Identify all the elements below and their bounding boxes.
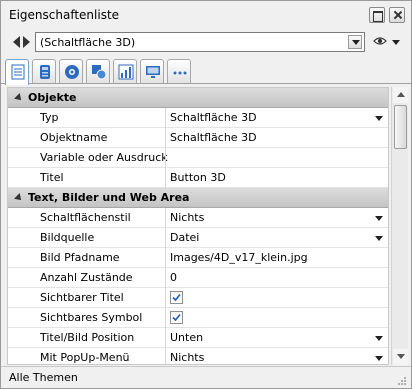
column-divider (165, 308, 166, 328)
column-divider (165, 328, 166, 348)
section-text-bilder-web-area[interactable]: Text, Bilder und Web Area (8, 188, 388, 208)
property-row-titel[interactable]: Titel Button 3D (8, 168, 388, 188)
property-value[interactable]: 0 (170, 271, 177, 284)
property-label: Titel/Bild Position (40, 331, 135, 344)
column-divider (165, 228, 166, 248)
maximize-button[interactable] (369, 7, 385, 23)
property-value[interactable]: Nichts (170, 351, 204, 364)
eye-icon[interactable] (373, 36, 387, 46)
column-divider (165, 168, 166, 188)
property-row-typ[interactable]: Typ Schaltfläche 3D (8, 108, 388, 128)
scroll-thumb[interactable] (394, 105, 407, 149)
property-value[interactable]: Nichts (170, 211, 204, 224)
property-label: Bild Pfadname (40, 251, 120, 264)
vertical-scrollbar[interactable] (391, 87, 408, 365)
checkmark-icon (172, 293, 181, 302)
object-selector-value: (Schaltfläche 3D) (40, 36, 136, 49)
scroll-down-button[interactable] (393, 349, 408, 365)
object-selector[interactable]: (Schaltfläche 3D) (35, 32, 365, 52)
section-objekte[interactable]: Objekte (8, 88, 388, 108)
property-row-titel-bild-position[interactable]: Titel/Bild Position Unten (8, 328, 388, 348)
property-label: Anzahl Zustände (40, 271, 133, 284)
property-label: Typ (40, 111, 59, 124)
section-label: Text, Bilder und Web Area (28, 191, 190, 204)
property-list-window: Eigenschaftenliste (Schaltfläche 3D) Obj… (0, 0, 412, 389)
property-value[interactable]: Schaltfläche 3D (170, 131, 257, 144)
collapse-triangle-icon[interactable] (14, 193, 24, 203)
property-row-schaltflaechenstil[interactable]: Schaltflächenstil Nichts (8, 208, 388, 228)
property-value[interactable]: Schaltfläche 3D (170, 111, 257, 124)
property-label: Schaltflächenstil (40, 211, 131, 224)
palette-icon (65, 65, 79, 79)
sichtbarer-titel-checkbox[interactable] (170, 291, 183, 304)
property-row-variable[interactable]: Variable oder Ausdruck (8, 148, 388, 168)
sichtbares-symbol-checkbox[interactable] (170, 311, 183, 324)
property-value[interactable]: Button 3D (170, 171, 226, 184)
window-title: Eigenschaftenliste (9, 8, 120, 22)
property-label: Sichtbares Symbol (40, 311, 143, 324)
property-label: Titel (40, 171, 64, 184)
property-label: Sichtbarer Titel (40, 291, 124, 304)
tab-appearance[interactable] (59, 59, 83, 83)
tab-data-source[interactable] (32, 59, 56, 83)
tab-list[interactable] (5, 59, 29, 85)
column-divider (165, 128, 166, 148)
chevron-down-icon[interactable] (375, 216, 383, 221)
close-button[interactable] (389, 7, 405, 23)
next-object-icon[interactable] (23, 36, 30, 48)
property-row-sichtbarer-titel[interactable]: Sichtbarer Titel (8, 288, 388, 308)
tab-display[interactable] (140, 59, 164, 83)
property-row-popup-menue[interactable]: Mit PopUp-Menü Nichts (8, 348, 388, 364)
previous-object-icon[interactable] (13, 36, 20, 48)
column-divider (165, 348, 166, 364)
more-icon (173, 71, 187, 75)
tab-chart[interactable] (113, 59, 137, 83)
view-menu-chevron-icon[interactable] (392, 40, 400, 45)
column-divider (165, 108, 166, 128)
tab-more[interactable] (167, 59, 191, 83)
property-row-sichtbares-symbol[interactable]: Sichtbares Symbol (8, 308, 388, 328)
shapes-icon (92, 65, 107, 80)
chevron-down-icon[interactable] (375, 116, 383, 121)
property-row-bild-pfadname[interactable]: Bild Pfadname Images/4D_v17_klein.jpg (8, 248, 388, 268)
chevron-down-icon[interactable] (348, 35, 362, 49)
column-divider (165, 148, 166, 168)
chart-icon (118, 64, 134, 80)
status-bar: Alle Themen (1, 366, 411, 388)
property-label: Bildquelle (40, 231, 95, 244)
column-divider (165, 248, 166, 268)
collapse-triangle-icon[interactable] (14, 93, 24, 103)
property-label: Variable oder Ausdruck (40, 151, 168, 164)
property-value[interactable]: Images/4D_v17_klein.jpg (170, 251, 308, 264)
chevron-down-icon[interactable] (375, 336, 383, 341)
tab-shapes[interactable] (86, 59, 110, 83)
scroll-up-button[interactable] (393, 87, 408, 103)
property-row-anzahl-zustaende[interactable]: Anzahl Zustände 0 (8, 268, 388, 288)
property-row-objektname[interactable]: Objektname Schaltfläche 3D (8, 128, 388, 148)
chevron-down-icon[interactable] (375, 356, 383, 361)
chevron-down-icon[interactable] (375, 236, 383, 241)
column-divider (165, 208, 166, 228)
property-value[interactable]: Unten (170, 331, 203, 344)
monitor-icon (146, 66, 160, 78)
navigation-bar: (Schaltfläche 3D) (1, 30, 411, 56)
property-label: Objektname (40, 131, 108, 144)
property-label: Mit PopUp-Menü (40, 351, 130, 364)
property-grid: Objekte Typ Schaltfläche 3D Objektname S… (7, 87, 389, 365)
tab-bar (1, 56, 411, 85)
checkmark-icon (172, 313, 181, 322)
column-divider (165, 268, 166, 288)
property-row-bildquelle[interactable]: Bildquelle Datei (8, 228, 388, 248)
themes-label[interactable]: Alle Themen (9, 371, 78, 384)
column-divider (165, 288, 166, 308)
database-icon (40, 65, 50, 79)
resize-grip-icon[interactable] (397, 376, 407, 386)
property-value[interactable]: Datei (170, 231, 199, 244)
section-label: Objekte (28, 91, 77, 104)
title-bar: Eigenschaftenliste (1, 1, 411, 29)
list-icon (11, 64, 25, 80)
